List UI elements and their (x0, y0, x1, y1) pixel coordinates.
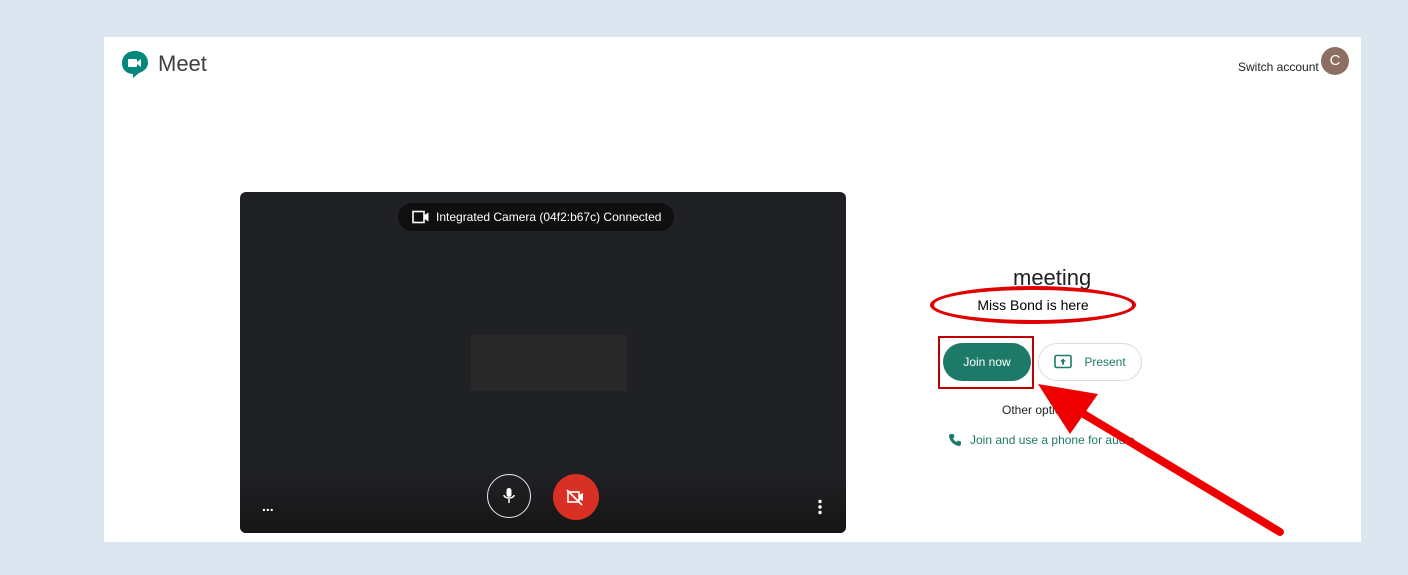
present-screen-icon (1054, 354, 1073, 369)
mic-icon (503, 488, 515, 503)
camera-status-pill: Integrated Camera (04f2:b67c) Connected (398, 203, 675, 231)
annotation-oval (930, 286, 1136, 324)
present-button[interactable]: Present (1038, 343, 1142, 381)
video-preview: Integrated Camera (04f2:b67c) Connected … (240, 192, 846, 533)
present-label: Present (1084, 355, 1126, 369)
camera-toggle-button[interactable] (553, 474, 599, 520)
switch-account-link[interactable]: Switch account (1238, 60, 1319, 74)
avatar[interactable]: C (1321, 47, 1349, 75)
video-placeholder (471, 335, 627, 391)
meet-page: Meet Switch account C Integrated Camera … (104, 37, 1361, 542)
join-now-button[interactable]: Join now (943, 343, 1031, 381)
preview-control-bar (240, 473, 846, 533)
camera-off-icon (566, 489, 583, 506)
app-name: Meet (158, 51, 207, 76)
more-vert-icon[interactable] (817, 499, 823, 515)
more-effects-button[interactable]: ... (262, 498, 274, 514)
other-options-label: Other options (1002, 403, 1075, 417)
camera-icon (412, 210, 429, 224)
meet-logo-icon (122, 51, 148, 78)
mic-toggle-button[interactable] (487, 474, 531, 518)
camera-status-text: Integrated Camera (04f2:b67c) Connected (436, 210, 662, 224)
phone-option-label: Join and use a phone for audio (970, 433, 1135, 447)
phone-audio-option[interactable]: Join and use a phone for audio (948, 433, 1135, 447)
phone-icon (949, 434, 961, 446)
